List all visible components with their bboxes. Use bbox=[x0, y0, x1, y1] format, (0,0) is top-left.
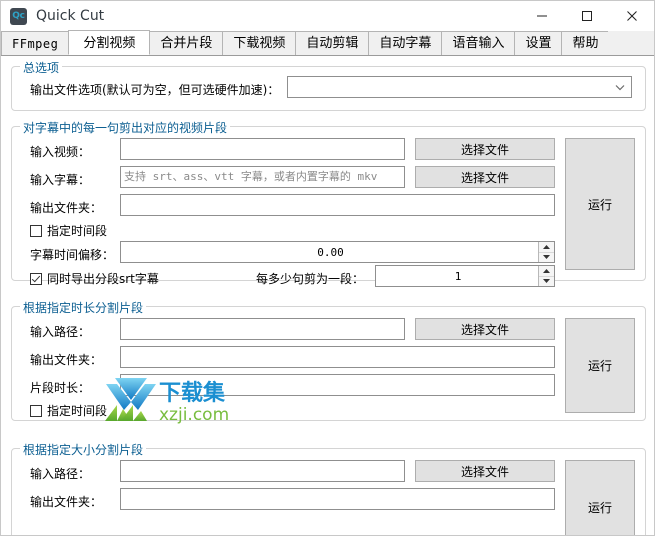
tab-split-video[interactable]: 分割视频 bbox=[68, 30, 151, 55]
duration-input-path-field[interactable] bbox=[120, 318, 405, 340]
tab-voice-input[interactable]: 语音输入 bbox=[441, 31, 516, 55]
checkbox-box bbox=[30, 404, 42, 417]
input-subtitle-choose-file-button[interactable]: 选择文件 bbox=[415, 166, 555, 188]
chevron-down-icon bbox=[615, 77, 625, 97]
input-video-choose-file-button[interactable]: 选择文件 bbox=[415, 138, 555, 160]
input-video-field[interactable] bbox=[120, 138, 405, 160]
checkbox-box bbox=[30, 272, 42, 285]
sentences-per-clip-label: 每多少句剪为一段： bbox=[256, 272, 365, 286]
subtitle-time-range-checkbox[interactable]: 指定时间段 bbox=[30, 222, 107, 239]
tab-bar: FFmpeg 分割视频 合并片段 下载视频 自动剪辑 自动字幕 语音输入 设置 … bbox=[1, 30, 654, 56]
title-bar: Qc Quick Cut bbox=[1, 1, 654, 31]
subtitle-offset-value: 0.00 bbox=[317, 245, 344, 259]
subtitle-output-folder-field[interactable] bbox=[120, 194, 555, 216]
group-size-split-title: 根据指定大小分割片段 bbox=[20, 441, 147, 458]
subtitle-offset-label: 字幕时间偏移： bbox=[30, 248, 115, 262]
size-output-folder-field[interactable] bbox=[120, 488, 555, 510]
output-option-combobox[interactable] bbox=[287, 76, 632, 98]
minimize-icon bbox=[536, 15, 547, 17]
app-icon-qc: Qc bbox=[10, 7, 27, 25]
duration-output-folder-field[interactable] bbox=[120, 346, 555, 368]
duration-time-range-label: 指定时间段 bbox=[47, 404, 108, 418]
group-subtitle-split-title: 对字幕中的每一句剪出对应的视频片段 bbox=[20, 119, 231, 136]
duration-time-range-checkbox[interactable]: 指定时间段 bbox=[30, 402, 107, 419]
size-output-folder-label: 输出文件夹： bbox=[30, 495, 103, 509]
clip-duration-label: 片段时长： bbox=[30, 381, 91, 395]
input-subtitle-field[interactable]: 支持 srt、ass、vtt 字幕，或者内置字幕的 mkv bbox=[120, 166, 405, 188]
group-duration-split-title: 根据指定时长分割片段 bbox=[20, 299, 147, 316]
group-subtitle-split: 对字幕中的每一句剪出对应的视频片段 输入视频： 选择文件 输入字幕： 支持 sr… bbox=[11, 119, 646, 287]
minimize-button[interactable] bbox=[519, 1, 564, 31]
output-option-label: 输出文件选项(默认可为空，但可选硬件加速)： bbox=[30, 83, 280, 97]
tab-download-video[interactable]: 下载视频 bbox=[222, 31, 297, 55]
input-video-label: 输入视频： bbox=[30, 145, 91, 159]
clip-duration-field[interactable] bbox=[120, 374, 555, 396]
sentences-per-clip-value: 1 bbox=[454, 269, 462, 283]
subtitle-offset-spin-buttons[interactable] bbox=[538, 242, 554, 262]
size-input-path-label: 输入路径： bbox=[30, 467, 91, 481]
window-title: Quick Cut bbox=[36, 8, 105, 24]
group-general-options-title: 总选项 bbox=[20, 59, 63, 76]
sentences-per-clip-spinner[interactable]: 1 bbox=[375, 265, 555, 287]
duration-choose-file-button[interactable]: 选择文件 bbox=[415, 318, 555, 340]
spin-up-icon[interactable] bbox=[539, 242, 554, 253]
size-input-path-field[interactable] bbox=[120, 460, 405, 482]
input-subtitle-label: 输入字幕： bbox=[30, 173, 91, 187]
subtitle-offset-spinner[interactable]: 0.00 bbox=[120, 241, 555, 263]
close-button[interactable] bbox=[609, 1, 654, 31]
tab-settings[interactable]: 设置 bbox=[514, 31, 563, 55]
tab-content-split-video: 总选项 输出文件选项(默认可为空，但可选硬件加速)： 对字幕中的每一句剪出对应的… bbox=[1, 56, 654, 535]
tab-help[interactable]: 帮助 bbox=[561, 31, 610, 55]
group-duration-split: 根据指定时长分割片段 输入路径： 选择文件 输出文件夹： 片段时长： 指定时间段… bbox=[11, 299, 646, 421]
checkbox-box bbox=[30, 224, 42, 237]
export-srt-checkbox[interactable]: 同时导出分段srt字幕 bbox=[30, 270, 159, 287]
size-choose-file-button[interactable]: 选择文件 bbox=[415, 460, 555, 482]
subtitle-output-folder-label: 输出文件夹： bbox=[30, 201, 103, 215]
window-controls bbox=[519, 1, 654, 31]
spin-down-icon[interactable] bbox=[539, 253, 554, 263]
size-split-run-button[interactable]: 运行 bbox=[565, 460, 635, 535]
app-window: Qc Quick Cut FFmpeg 分割视频 合并片段 下载视频 自动剪辑 … bbox=[0, 0, 655, 536]
sentences-per-clip-spin-buttons[interactable] bbox=[538, 266, 554, 286]
spin-down-icon[interactable] bbox=[539, 277, 554, 287]
tab-bar-filler bbox=[608, 31, 654, 55]
maximize-icon bbox=[581, 11, 592, 21]
subtitle-split-run-button[interactable]: 运行 bbox=[565, 138, 635, 270]
tab-auto-edit[interactable]: 自动剪辑 bbox=[295, 31, 370, 55]
duration-input-path-label: 输入路径： bbox=[30, 325, 91, 339]
close-icon bbox=[626, 11, 637, 21]
duration-output-folder-label: 输出文件夹： bbox=[30, 353, 103, 367]
export-srt-label: 同时导出分段srt字幕 bbox=[47, 272, 159, 286]
tab-auto-subtitle[interactable]: 自动字幕 bbox=[368, 31, 443, 55]
duration-split-run-button[interactable]: 运行 bbox=[565, 318, 635, 413]
group-general-options: 总选项 输出文件选项(默认可为空，但可选硬件加速)： bbox=[11, 59, 646, 111]
subtitle-time-range-label: 指定时间段 bbox=[47, 224, 108, 238]
spin-up-icon[interactable] bbox=[539, 266, 554, 277]
tab-ffmpeg[interactable]: FFmpeg bbox=[1, 31, 70, 55]
maximize-button[interactable] bbox=[564, 1, 609, 31]
group-size-split: 根据指定大小分割片段 输入路径： 选择文件 输出文件夹： 运行 bbox=[11, 441, 646, 535]
tab-merge-clips[interactable]: 合并片段 bbox=[149, 31, 224, 55]
